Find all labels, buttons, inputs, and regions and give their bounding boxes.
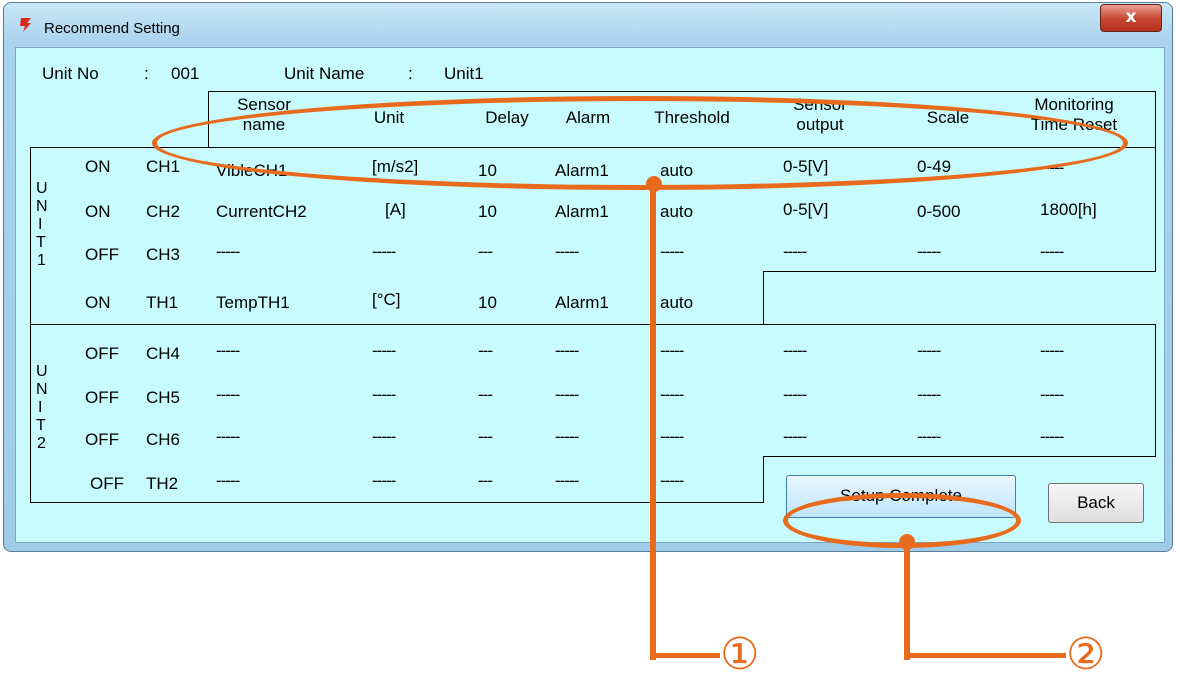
row-channel: CH4 — [146, 344, 181, 363]
row-state[interactable]: OFF — [85, 344, 119, 364]
unit-no-label: Unit No — [42, 64, 99, 83]
row-alarm[interactable]: ----- — [555, 471, 579, 491]
row-channel: CH5 — [146, 388, 181, 407]
row-state[interactable]: OFF — [85, 388, 119, 408]
row-sensor-name[interactable]: ----- — [216, 427, 240, 447]
row-channel: CH3 — [146, 245, 181, 264]
unit-name-label: Unit Name — [284, 64, 365, 83]
row-unit[interactable]: ----- — [372, 385, 396, 405]
row-scale[interactable]: ----- — [917, 385, 941, 405]
row-sensor-name[interactable]: TempTH1 — [216, 293, 290, 313]
row-alarm[interactable]: ----- — [555, 385, 579, 405]
row-threshold[interactable]: auto — [660, 293, 693, 313]
unit1-step-line — [763, 271, 1156, 272]
unit-name-separator: : — [408, 64, 413, 83]
row-threshold[interactable]: ----- — [660, 385, 684, 405]
row-unit[interactable]: ----- — [372, 471, 396, 491]
close-button[interactable]: x — [1100, 4, 1162, 32]
row-alarm[interactable]: ----- — [555, 427, 579, 447]
row-delay[interactable]: --- — [478, 341, 493, 361]
row-threshold[interactable]: auto — [660, 202, 693, 222]
row-unit[interactable]: ----- — [372, 242, 396, 262]
row-alarm[interactable]: Alarm1 — [555, 202, 609, 222]
row-delay[interactable]: 10 — [478, 202, 497, 222]
row-alarm[interactable]: ----- — [555, 242, 579, 262]
row-time-reset[interactable]: ----- — [1040, 242, 1064, 262]
row-scale[interactable]: 0-500 — [917, 202, 960, 222]
back-button[interactable]: Back — [1048, 483, 1144, 523]
unit-name-value: Unit1 — [444, 64, 484, 83]
unit-no-value: 001 — [171, 64, 200, 83]
title-bar: Recommend Setting x — [4, 3, 1172, 41]
row-sensor-name[interactable]: ----- — [216, 385, 240, 405]
row-channel: TH2 — [146, 474, 179, 493]
unit-no-separator: : — [144, 64, 149, 83]
row-scale[interactable]: ----- — [917, 427, 941, 447]
app-logo-icon — [18, 17, 34, 33]
row-scale[interactable]: ----- — [917, 341, 941, 361]
row-channel: CH2 — [146, 202, 181, 221]
row-state[interactable]: OFF — [90, 474, 124, 494]
row-unit[interactable]: [°C] — [372, 290, 401, 310]
row-time-reset[interactable]: 1800[h] — [1040, 200, 1097, 220]
row-sensor-name[interactable]: CurrentCH2 — [216, 202, 307, 222]
row-state[interactable]: OFF — [85, 430, 119, 450]
row-sensor-output[interactable]: ----- — [783, 385, 807, 405]
recommend-setting-window: Recommend Setting x — [3, 2, 1173, 552]
row-delay[interactable]: --- — [478, 242, 493, 262]
row-threshold[interactable]: ----- — [660, 427, 684, 447]
row-time-reset[interactable]: ----- — [1040, 341, 1064, 361]
unit2-right-line — [1155, 324, 1156, 456]
unit2-step-line — [763, 456, 1156, 457]
unit2-step-vline — [763, 456, 764, 503]
row-scale[interactable]: ----- — [917, 242, 941, 262]
row-delay[interactable]: 10 — [478, 293, 497, 313]
annotation-leader-1-vertical — [650, 184, 656, 660]
row-delay[interactable]: --- — [478, 471, 493, 491]
row-sensor-name[interactable]: ----- — [216, 341, 240, 361]
row-channel: CH1 — [146, 157, 181, 176]
annotation-callout-1: ① — [720, 629, 760, 680]
close-icon: x — [1125, 7, 1137, 27]
row-time-reset[interactable]: ----- — [1040, 385, 1064, 405]
row-alarm[interactable]: Alarm1 — [555, 293, 609, 313]
row-state[interactable]: OFF — [85, 245, 119, 265]
row-channel: CH6 — [146, 430, 181, 449]
row-state[interactable]: ON — [85, 293, 111, 313]
row-state[interactable]: ON — [85, 202, 111, 222]
row-sensor-name[interactable]: ----- — [216, 242, 240, 262]
row-delay[interactable]: --- — [478, 427, 493, 447]
header-top-line — [208, 91, 1156, 92]
unit1-right-line — [1155, 91, 1156, 271]
unit-divider-line — [30, 324, 1156, 325]
row-unit[interactable]: ----- — [372, 341, 396, 361]
unit1-step-vline — [763, 271, 764, 325]
annotation-leader-2-vertical — [904, 542, 910, 660]
row-sensor-name[interactable]: ----- — [216, 471, 240, 491]
annotation-ellipse-1 — [152, 96, 1128, 190]
row-delay[interactable]: --- — [478, 385, 493, 405]
row-sensor-output[interactable]: ----- — [783, 242, 807, 262]
row-unit[interactable]: [A] — [385, 200, 406, 220]
window-title: Recommend Setting — [44, 20, 180, 37]
row-threshold[interactable]: ----- — [660, 341, 684, 361]
row-sensor-output[interactable]: ----- — [783, 427, 807, 447]
row-threshold[interactable]: ----- — [660, 242, 684, 262]
row-time-reset[interactable]: ----- — [1040, 427, 1064, 447]
row-state[interactable]: ON — [85, 157, 111, 177]
row-alarm[interactable]: ----- — [555, 341, 579, 361]
annotation-callout-2: ② — [1066, 629, 1106, 680]
row-sensor-output[interactable]: ----- — [783, 341, 807, 361]
row-threshold[interactable]: ----- — [660, 471, 684, 491]
row-sensor-output[interactable]: 0-5[V] — [783, 200, 828, 220]
row-unit[interactable]: ----- — [372, 427, 396, 447]
row-channel: TH1 — [146, 293, 179, 312]
table-left-line — [30, 147, 31, 503]
